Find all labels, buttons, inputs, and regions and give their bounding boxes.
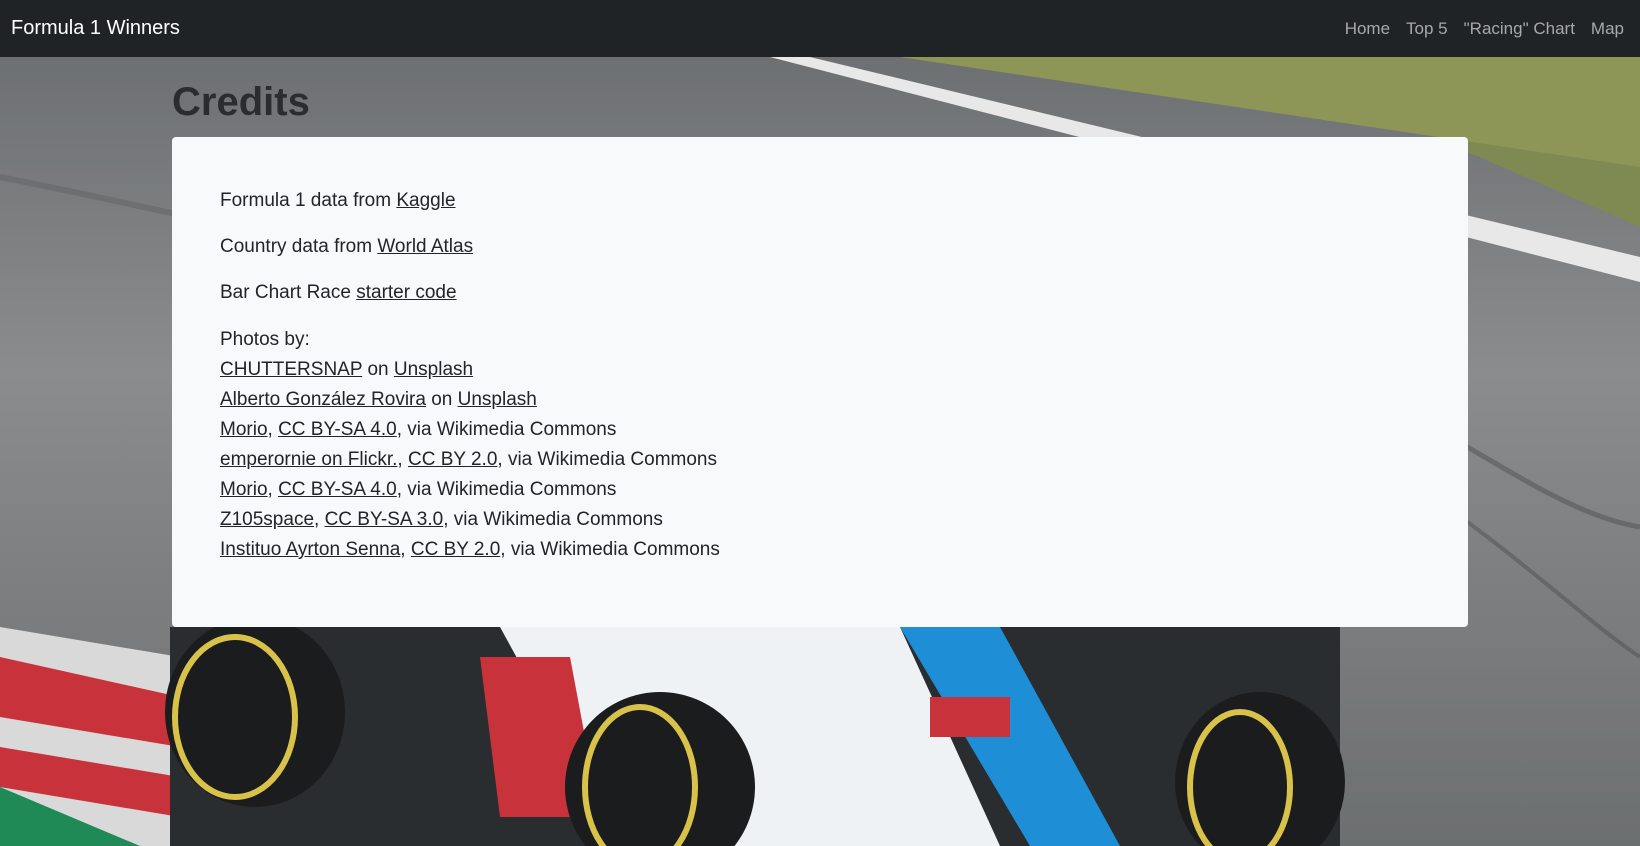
nav-link-top5[interactable]: Top 5 bbox=[1398, 19, 1456, 39]
world-atlas-link[interactable]: World Atlas bbox=[377, 236, 473, 257]
credit-suffix: , via Wikimedia Commons bbox=[497, 449, 717, 470]
photo-credits: Photos by: CHUTTERSNAP on Unsplash Alber… bbox=[220, 325, 1420, 565]
credit-separator: , bbox=[267, 479, 279, 500]
credit-f1-data: Formula 1 data from Kaggle bbox=[220, 187, 1420, 215]
brand-link[interactable]: Formula 1 Winners bbox=[11, 17, 180, 40]
credit-suffix: , via Wikimedia Commons bbox=[396, 479, 617, 500]
source-link[interactable]: Unsplash bbox=[394, 359, 473, 380]
license-link[interactable]: CC BY-SA 4.0 bbox=[278, 419, 397, 440]
license-link[interactable]: CC BY 2.0 bbox=[408, 449, 497, 470]
nav-links: Home Top 5 "Racing" Chart Map bbox=[1337, 19, 1629, 39]
photographer-link[interactable]: emperornie on Flickr. bbox=[220, 449, 397, 470]
kaggle-link[interactable]: Kaggle bbox=[396, 190, 455, 211]
credit-race-text: Bar Chart Race bbox=[220, 282, 357, 303]
photo-credit-item: Morio, CC BY-SA 4.0, via Wikimedia Commo… bbox=[220, 475, 1420, 505]
credit-suffix: , via Wikimedia Commons bbox=[443, 509, 663, 530]
photographer-link[interactable]: Morio bbox=[220, 419, 268, 440]
credit-separator: on bbox=[425, 389, 458, 410]
page-title: Credits bbox=[172, 80, 310, 124]
photographer-link[interactable]: Alberto González Rovira bbox=[220, 389, 426, 410]
photographer-link[interactable]: Z105space bbox=[220, 509, 314, 530]
credit-separator: , bbox=[400, 539, 411, 560]
credit-suffix: , via Wikimedia Commons bbox=[396, 419, 617, 440]
photos-heading: Photos by: bbox=[220, 329, 310, 350]
license-link[interactable]: CC BY 2.0 bbox=[411, 539, 500, 560]
credit-country-text: Country data from bbox=[220, 236, 378, 257]
credit-separator: , bbox=[267, 419, 279, 440]
source-link[interactable]: Unsplash bbox=[458, 389, 537, 410]
credit-separator: , bbox=[314, 509, 325, 530]
photographer-link[interactable]: Instituo Ayrton Senna bbox=[220, 539, 400, 560]
photo-credit-item: Z105space, CC BY-SA 3.0, via Wikimedia C… bbox=[220, 505, 1420, 535]
credit-separator: , bbox=[397, 449, 408, 470]
photo-credit-item: Alberto González Rovira on Unsplash bbox=[220, 385, 1420, 415]
photographer-link[interactable]: CHUTTERSNAP bbox=[220, 359, 362, 380]
credit-bar-chart-race: Bar Chart Race starter code bbox=[220, 279, 1420, 307]
credit-separator: on bbox=[362, 359, 394, 380]
credit-f1-text: Formula 1 data from bbox=[220, 190, 397, 211]
credit-country-data: Country data from World Atlas bbox=[220, 233, 1420, 261]
photo-credit-item: CHUTTERSNAP on Unsplash bbox=[220, 355, 1420, 385]
photographer-link[interactable]: Morio bbox=[220, 479, 268, 500]
nav-link-home[interactable]: Home bbox=[1337, 19, 1398, 39]
nav-link-map[interactable]: Map bbox=[1583, 19, 1629, 39]
photo-credit-item: emperornie on Flickr., CC BY 2.0, via Wi… bbox=[220, 445, 1420, 475]
credits-card: Formula 1 data from Kaggle Country data … bbox=[172, 137, 1468, 627]
license-link[interactable]: CC BY-SA 3.0 bbox=[325, 509, 444, 530]
top-navbar: Formula 1 Winners Home Top 5 "Racing" Ch… bbox=[0, 0, 1640, 57]
nav-link-racing-chart[interactable]: "Racing" Chart bbox=[1456, 19, 1583, 39]
photo-credit-item: Morio, CC BY-SA 4.0, via Wikimedia Commo… bbox=[220, 415, 1420, 445]
photo-credit-item: Instituo Ayrton Senna, CC BY 2.0, via Wi… bbox=[220, 535, 1420, 565]
credit-suffix: , via Wikimedia Commons bbox=[500, 539, 720, 560]
license-link[interactable]: CC BY-SA 4.0 bbox=[278, 479, 397, 500]
starter-code-link[interactable]: starter code bbox=[356, 282, 456, 303]
